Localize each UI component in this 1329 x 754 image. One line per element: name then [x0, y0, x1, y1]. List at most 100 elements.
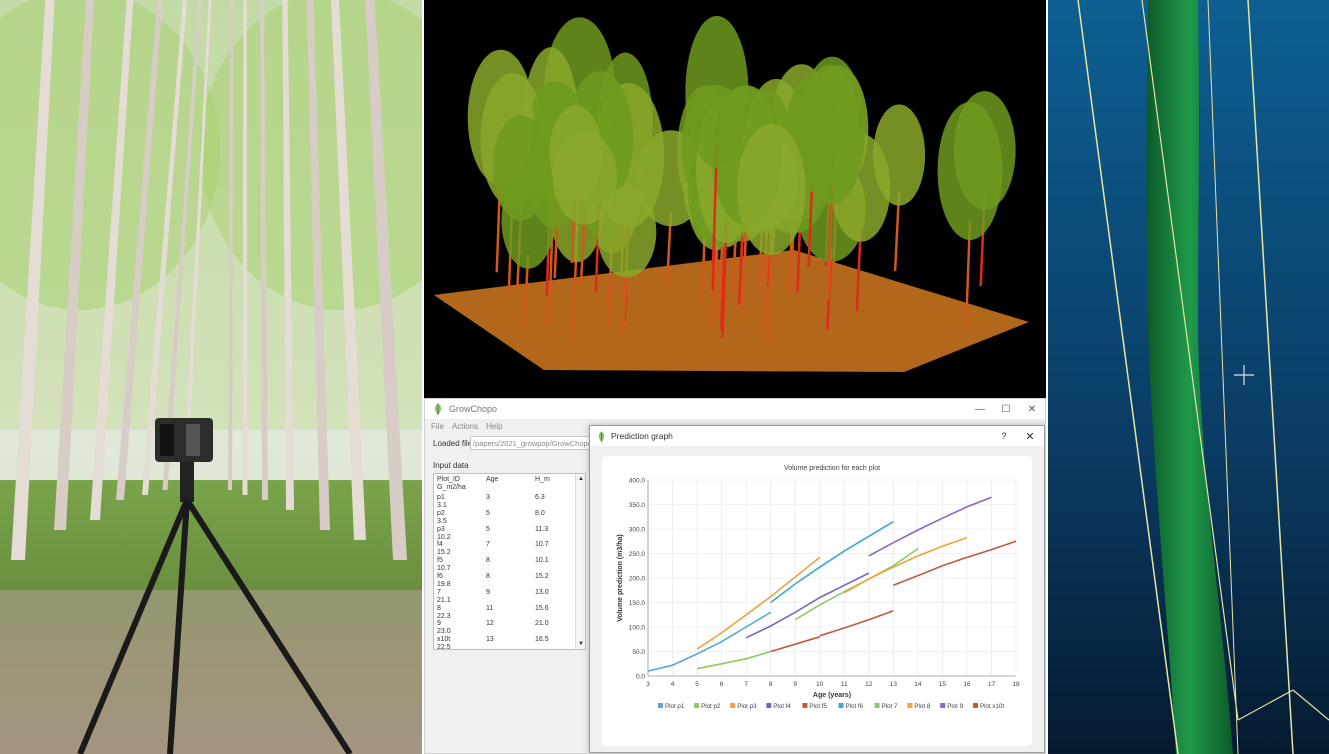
- y-tick-label: 150.0: [629, 600, 646, 607]
- growchopo-window: GrowChopo — ☐ ✕ File Actions Help Loaded…: [424, 398, 1046, 754]
- x-tick-label: 8: [769, 681, 773, 688]
- col-header-plot-id: Plot_ID: [437, 476, 460, 483]
- legend-label: Plot 7: [882, 703, 898, 710]
- table-scrollbar[interactable]: ▲ ▼: [575, 474, 585, 649]
- y-tick-label: 350.0: [629, 502, 646, 509]
- cell-basal-area: 15.2: [437, 549, 451, 557]
- cell-basal-area: 23.0: [437, 628, 451, 636]
- cell-basal-area: 19.8: [437, 581, 451, 588]
- legend-swatch: [940, 703, 946, 708]
- cell-height: 6.3: [535, 494, 545, 501]
- tls-point-cloud-illustration: [434, 15, 1029, 372]
- cell-plot-id: x10t: [437, 636, 451, 644]
- legend-label: Plot f4: [773, 703, 791, 710]
- y-tick-label: 400.0: [629, 478, 646, 485]
- cell-age: 3: [486, 494, 490, 501]
- leaf-logo-icon: [431, 402, 445, 416]
- x-tick-label: 11: [841, 681, 848, 688]
- menu-file[interactable]: File: [431, 422, 444, 431]
- cell-age: 8: [486, 573, 490, 580]
- legend-swatch: [730, 703, 736, 708]
- input-data-table[interactable]: Plot_ID Age H_m G_m2/ha p1 3 6.3 3.1 p2 5 8.0 3…: [433, 473, 586, 650]
- cell-basal-area: 3.1: [437, 502, 447, 509]
- x-tick-label: 15: [939, 681, 947, 688]
- window-title: GrowChopo: [449, 404, 498, 414]
- series-line-segment: [819, 610, 894, 637]
- cell-basal-area: 10.2: [437, 533, 451, 541]
- legend-label: Plot 8: [914, 703, 930, 710]
- x-tick-label: 16: [963, 681, 971, 688]
- x-tick-label: 7: [744, 681, 748, 688]
- help-button[interactable]: ?: [992, 431, 1016, 441]
- x-tick-label: 4: [671, 681, 675, 688]
- legend-label: Plot f5: [809, 703, 827, 710]
- cell-height: 15.6: [535, 604, 549, 612]
- scroll-up-icon[interactable]: ▲: [577, 475, 585, 483]
- series-line: [893, 540, 1017, 587]
- x-tick-label: 13: [890, 681, 898, 688]
- col-header-basal-area: G_m2/ha: [437, 484, 466, 491]
- prediction-graph-dialog: Prediction graph ? ✕ Volume prediction f…: [589, 425, 1045, 753]
- cell-age: 11: [486, 604, 494, 612]
- x-tick-label: 3: [646, 681, 650, 688]
- loaded-file-field[interactable]: /papers/2021_growpop/GrowChopo_20: [470, 436, 592, 450]
- close-button[interactable]: ✕: [1019, 399, 1045, 419]
- tree-crown: [501, 172, 555, 269]
- series-line: [696, 556, 821, 650]
- x-axis-label: Age (years): [813, 692, 851, 699]
- legend-swatch: [838, 703, 844, 708]
- composite-figure: GrowChopo — ☐ ✕ File Actions Help Loaded…: [0, 0, 1329, 754]
- legend-swatch: [766, 703, 772, 708]
- y-axis-label: Volume prediction (m3/ha): [617, 534, 624, 621]
- input-data-label: Input data: [433, 461, 469, 470]
- cell-age: 7: [486, 541, 490, 549]
- x-tick-label: 6: [720, 681, 724, 688]
- cell-age: 5: [486, 525, 490, 533]
- cell-height: 15.2: [535, 573, 549, 580]
- series-line: [745, 572, 870, 639]
- cell-height: 10.1: [535, 557, 549, 565]
- cell-age: 13: [486, 636, 494, 644]
- tree-crown: [937, 101, 1003, 241]
- cell-age: 9: [486, 588, 490, 596]
- legend-swatch: [694, 703, 700, 708]
- cell-plot-id: f6: [437, 573, 443, 580]
- legend-label: Plot f6: [846, 703, 864, 710]
- stem-point-cloud-illustration: [1048, 0, 1329, 754]
- y-tick-label: 50.0: [632, 649, 645, 656]
- poplar-plantation-illustration: [0, 0, 422, 754]
- tree-crown: [552, 131, 617, 225]
- tree-crown: [799, 56, 866, 205]
- chart-panel: Volume prediction for each plot 0.0 50.0 10…: [602, 456, 1032, 746]
- cell-plot-id: 7: [437, 588, 441, 596]
- cell-basal-area: 3.5: [437, 517, 447, 525]
- legend-label: Plot 9: [947, 703, 963, 710]
- x-tick-label: 12: [865, 681, 873, 688]
- series-line: [696, 650, 771, 670]
- col-header-age: Age: [486, 476, 499, 483]
- cell-basal-area: 22.5: [437, 644, 451, 650]
- scroll-down-icon[interactable]: ▼: [577, 640, 585, 648]
- legend-swatch: [973, 703, 978, 708]
- cell-basal-area: 10.7: [437, 565, 451, 573]
- minimize-button[interactable]: —: [967, 399, 993, 419]
- legend-swatch: [658, 703, 663, 708]
- dialog-close-button[interactable]: ✕: [1016, 430, 1044, 443]
- legend-label: Plot x10t: [980, 703, 1004, 710]
- menu-actions[interactable]: Actions: [452, 422, 478, 431]
- window-titlebar: GrowChopo — ☐ ✕: [425, 399, 1045, 419]
- cell-basal-area: 21.1: [437, 596, 451, 604]
- x-tick-label: 14: [914, 681, 922, 688]
- point-cloud-view: [424, 0, 1046, 398]
- x-tick-label: 10: [816, 681, 824, 688]
- cell-plot-id: p1: [437, 494, 445, 501]
- series-line: [770, 521, 894, 604]
- menu-help[interactable]: Help: [486, 422, 502, 431]
- cell-age: 12: [486, 620, 494, 628]
- x-tick-label: 5: [695, 681, 699, 688]
- series-line: [794, 547, 919, 621]
- col-header-height: H_m: [535, 476, 550, 483]
- cell-plot-id: 9: [437, 620, 441, 628]
- maximize-button[interactable]: ☐: [993, 399, 1019, 419]
- forest-photo: [0, 0, 422, 754]
